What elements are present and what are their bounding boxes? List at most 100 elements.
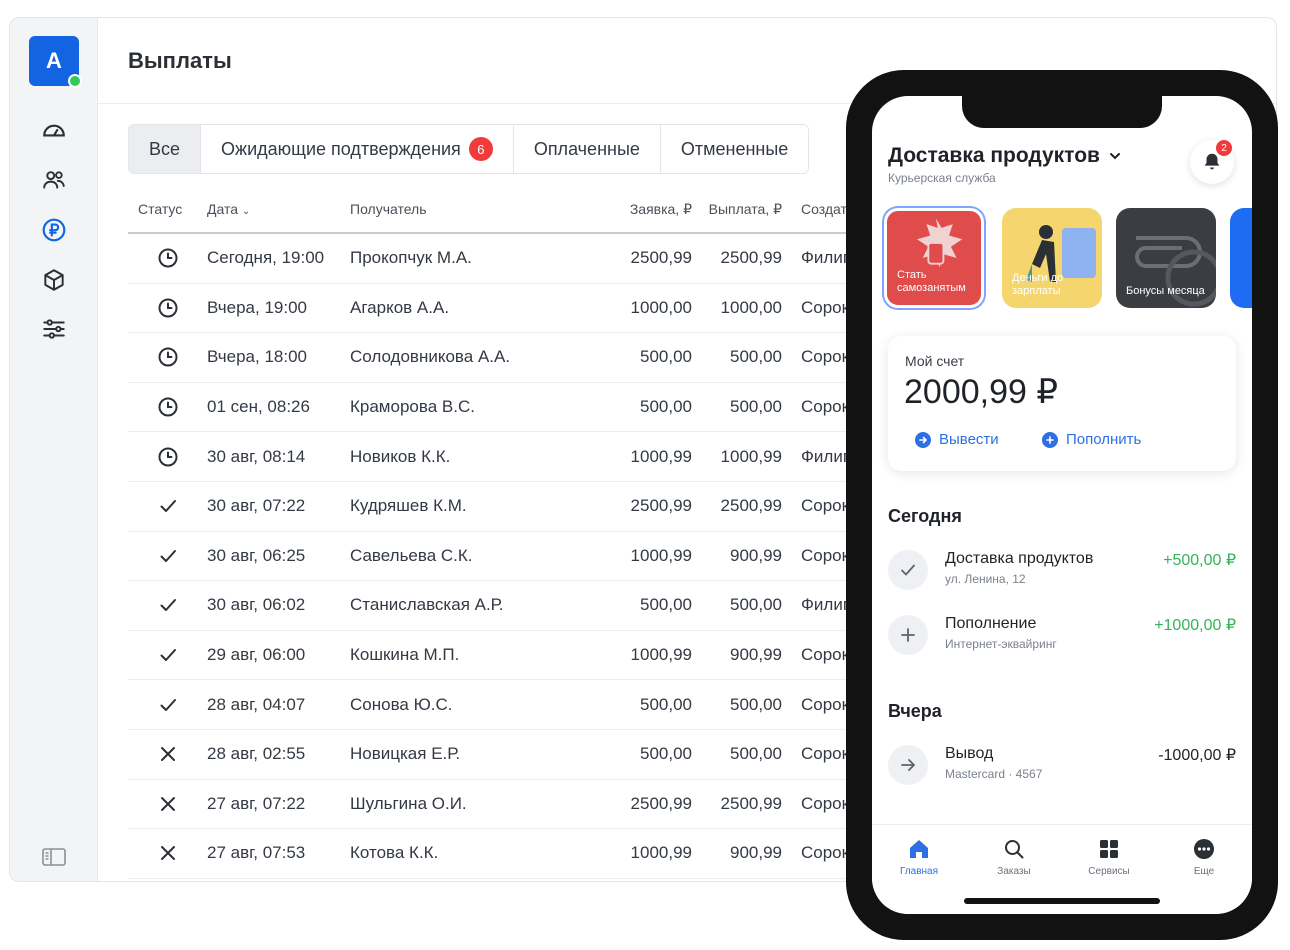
story-partial[interactable]: [1230, 208, 1252, 308]
transaction-item[interactable]: Вывод Mastercard · 4567 -1000,00 ₽: [888, 743, 1236, 789]
cell-request: 500,00: [640, 694, 692, 714]
story-monthly-bonus[interactable]: Бонусы месяца: [1116, 208, 1216, 308]
cell-date: 29 авг, 06:00: [207, 645, 306, 665]
account-label: Мой счет: [905, 353, 965, 369]
tabbar-more[interactable]: Еще: [1164, 837, 1244, 877]
cell-request: 500,00: [640, 397, 692, 417]
tab-all-label: Все: [149, 138, 181, 159]
tabbar-orders[interactable]: Заказы: [974, 837, 1054, 877]
table-row[interactable]: Сегодня, 19:00 Прокопчук М.А. 2500,99 2500,…: [128, 234, 888, 284]
cell-recipient: Агарков А.А.: [350, 297, 450, 317]
table-row[interactable]: 30 авг, 06:02 Станиславская А.Р. 500,00 500…: [128, 581, 888, 631]
cell-request: 2500,99: [630, 496, 692, 516]
clock-icon: [128, 346, 198, 368]
cell-request: 2500,99: [630, 793, 692, 813]
online-status-dot: [68, 74, 82, 88]
story-label: Бонусы месяца: [1126, 285, 1205, 297]
tabbar-label: Заказы: [997, 866, 1031, 877]
pending-count-badge: 6: [468, 137, 493, 161]
check-icon: [128, 495, 198, 517]
tab-paid[interactable]: Оплаченные: [513, 125, 661, 173]
transaction-subtitle: Интернет-эквайринг: [945, 637, 1057, 651]
cell-recipient: Краморова В.С.: [350, 397, 475, 417]
bottom-tabbar: Главная Заказы Сервисы Еще: [872, 824, 1252, 914]
table-row[interactable]: Вчера, 19:00 Агарков А.А. 1000,00 1000,00 Со…: [128, 284, 888, 334]
cell-recipient: Солодовникова А.А.: [350, 347, 511, 367]
avatar[interactable]: A: [29, 36, 82, 88]
clock-icon: [128, 297, 198, 319]
company-subtitle: Курьерская служба: [888, 171, 996, 185]
story-self-employed[interactable]: Стать самозанятым: [884, 208, 984, 308]
cell-recipient: Кошкина М.П.: [350, 645, 460, 665]
check-icon: [128, 545, 198, 567]
company-title: Доставка продуктов: [888, 144, 1100, 167]
cell-recipient: Прокопчук М.А.: [350, 248, 472, 268]
withdraw-label: Вывести: [939, 431, 999, 448]
table-row[interactable]: 28 авг, 02:55 Новицкая Е.Р. 500,00 500,00 Со…: [128, 730, 888, 780]
clock-icon: [128, 247, 198, 269]
payouts-table: Статус Дата ⌄ Получатель Заявка, ₽ Выпла…: [128, 186, 888, 879]
box-icon[interactable]: [40, 266, 68, 294]
clock-icon: [128, 396, 198, 418]
sidebar-collapse-icon[interactable]: [40, 845, 68, 869]
table-row[interactable]: 01 сен, 08:26 Краморова В.С. 500,00 500,00 С…: [128, 383, 888, 433]
topup-button[interactable]: Пополнить: [1042, 431, 1141, 448]
cell-payout: 2500,99: [720, 793, 782, 813]
header-recipient[interactable]: Получатель: [350, 201, 590, 217]
cell-date: 28 авг, 02:55: [207, 744, 306, 764]
tab-pending[interactable]: Ожидающие подтверждения 6: [201, 125, 514, 173]
notification-count-badge: 2: [1216, 140, 1232, 156]
story-label: Деньги до зарплаты: [1012, 272, 1064, 297]
sidebar: A: [10, 18, 98, 881]
table-row[interactable]: 29 авг, 06:00 Кошкина М.П. 1000,99 900,99 Со…: [128, 631, 888, 681]
arrow-right-icon: [915, 431, 931, 448]
header-status[interactable]: Статус: [128, 201, 198, 217]
cell-payout: 500,00: [730, 744, 782, 764]
table-row[interactable]: 27 авг, 07:22 Шульгина О.И. 2500,99 2500,99…: [128, 780, 888, 830]
company-selector[interactable]: Доставка продуктов: [888, 144, 1122, 168]
grid-icon: [1100, 840, 1118, 858]
table-row[interactable]: Вчера, 18:00 Солодовникова А.А. 500,00 500,…: [128, 333, 888, 383]
section-yesterday: Вчера: [888, 701, 942, 721]
cell-recipient: Кудряшев К.М.: [350, 496, 467, 516]
story-salary-advance[interactable]: Деньги до зарплаты: [1002, 208, 1102, 308]
table-row[interactable]: 27 авг, 07:53 Котова К.К. 1000,99 900,99 Сор…: [128, 829, 888, 879]
table-row[interactable]: 30 авг, 06:25 Савельева С.К. 1000,99 900,99…: [128, 532, 888, 582]
users-icon[interactable]: [40, 166, 68, 194]
cell-recipient: Новиков К.К.: [350, 446, 451, 466]
transaction-item[interactable]: Пополнение Интернет-эквайринг +1000,00 ₽: [888, 613, 1236, 659]
ruble-icon[interactable]: [40, 216, 68, 244]
table-row[interactable]: 30 авг, 07:22 Кудряшев К.М. 2500,99 2500,99…: [128, 482, 888, 532]
transaction-item[interactable]: Доставка продуктов ул. Ленина, 12 +500,0…: [888, 548, 1236, 594]
cell-date: Сегодня, 19:00: [207, 248, 325, 268]
header-payout[interactable]: Выплата, ₽: [692, 201, 782, 218]
cell-request: 500,00: [640, 347, 692, 367]
table-row[interactable]: 30 авг, 08:14 Новиков К.К. 1000,99 1000,99 Ф…: [128, 432, 888, 482]
header-request[interactable]: Заявка, ₽: [590, 201, 692, 218]
check-icon: [888, 550, 928, 590]
table-row[interactable]: 28 авг, 04:07 Сонова Ю.С. 500,00 500,00 Соро…: [128, 680, 888, 730]
cell-payout: 2500,99: [720, 248, 782, 268]
tabbar-home[interactable]: Главная: [879, 837, 959, 877]
cell-date: 30 авг, 07:22: [207, 496, 306, 516]
tab-all[interactable]: Все: [129, 125, 202, 173]
payout-tabs: Все Ожидающие подтверждения 6 Оплаченные …: [128, 124, 810, 174]
stories-row: Стать самозанятым Деньги до зарплаты Бон…: [884, 208, 1252, 308]
notifications-button[interactable]: 2: [1190, 140, 1234, 184]
cell-recipient: Сонова Ю.С.: [350, 694, 453, 714]
cell-date: 30 авг, 06:02: [207, 595, 306, 615]
tab-cancelled[interactable]: Отмененные: [660, 125, 809, 173]
dashboard-icon[interactable]: [40, 116, 68, 144]
phone-mockup: Доставка продуктов Курьерская служба 2 С…: [846, 70, 1278, 940]
home-icon: [910, 840, 928, 858]
cell-recipient: Шульгина О.И.: [350, 793, 467, 813]
cell-date: 30 авг, 06:25: [207, 545, 306, 565]
cell-payout: 2500,99: [720, 496, 782, 516]
cell-request: 500,00: [640, 595, 692, 615]
settings-sliders-icon[interactable]: [40, 315, 68, 343]
tabbar-services[interactable]: Сервисы: [1069, 837, 1149, 877]
transaction-amount: -1000,00 ₽: [1158, 747, 1236, 764]
header-date[interactable]: Дата ⌄: [198, 201, 350, 217]
close-icon: [128, 842, 198, 864]
withdraw-button[interactable]: Вывести: [915, 431, 999, 448]
